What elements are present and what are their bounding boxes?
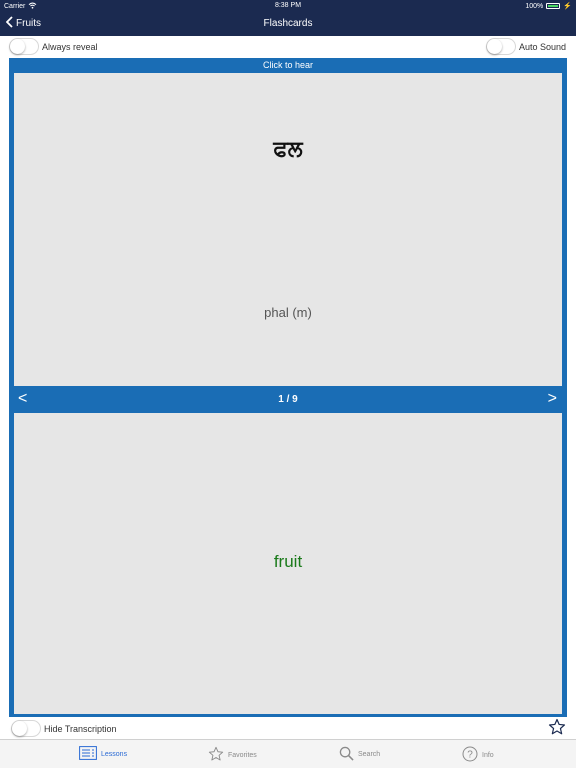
tab-label: Favorites xyxy=(228,751,257,759)
question-circle-icon: ? xyxy=(462,746,478,764)
flashcard-frame: Click to hear ਫਲ phal (m) < 1 / 9 > frui… xyxy=(9,58,567,717)
click-to-hear-button[interactable]: Click to hear xyxy=(9,58,567,73)
star-outline-icon xyxy=(548,718,566,740)
bottom-options-row: Hide Transcription xyxy=(0,717,576,739)
auto-sound-toggle[interactable] xyxy=(485,38,516,55)
flashcards-screen: Carrier 8:38 PM 100% ⚡ Fruits Flashcards xyxy=(0,0,576,768)
toggle-knob xyxy=(10,39,25,54)
card-counter: 1 / 9 xyxy=(278,394,298,405)
flashcard-back[interactable]: fruit xyxy=(14,413,562,714)
toggle-knob xyxy=(12,721,27,736)
flashcard-translation: fruit xyxy=(273,552,303,571)
flashcard-word: ਫਲ xyxy=(273,136,303,161)
navigation-bar: Fruits Flashcards xyxy=(0,12,576,36)
always-reveal-label: Always reveal xyxy=(42,41,98,52)
next-card-button[interactable]: > xyxy=(548,390,557,408)
tab-label: Info xyxy=(482,751,494,759)
hide-transcription-toggle[interactable] xyxy=(11,720,41,737)
tab-favorites[interactable]: Favorites xyxy=(208,746,257,764)
tab-search[interactable]: Search xyxy=(339,746,380,763)
card-navigation: < 1 / 9 > xyxy=(9,386,567,413)
hide-transcription-label: Hide Transcription xyxy=(44,723,117,734)
hide-transcription-option: Hide Transcription xyxy=(11,720,117,737)
battery-percent: 100% xyxy=(525,2,544,10)
toggle-knob xyxy=(486,39,502,54)
always-reveal-toggle[interactable] xyxy=(9,38,39,55)
battery-icon xyxy=(546,3,561,9)
search-icon xyxy=(339,746,354,763)
auto-sound-option: Auto Sound xyxy=(485,38,566,55)
flashcard-front[interactable]: ਫਲ phal (m) xyxy=(14,73,562,386)
favorite-star-button[interactable] xyxy=(548,718,566,741)
status-bar: Carrier 8:38 PM 100% ⚡ xyxy=(0,0,576,12)
battery-info: 100% ⚡ xyxy=(525,2,572,11)
tab-bar: Lessons Favorites Search ? Info xyxy=(0,739,576,768)
charging-bolt-icon: ⚡ xyxy=(563,3,572,10)
star-outline-icon xyxy=(208,746,224,764)
tab-lessons[interactable]: Lessons xyxy=(79,746,127,762)
options-row: Always reveal Auto Sound xyxy=(0,36,576,58)
page-title: Flashcards xyxy=(263,18,313,29)
tab-info[interactable]: ? Info xyxy=(462,746,494,764)
auto-sound-label: Auto Sound xyxy=(518,41,566,52)
lessons-list-icon xyxy=(79,746,97,762)
always-reveal-option: Always reveal xyxy=(9,38,98,55)
tab-label: Search xyxy=(358,751,381,758)
status-time: 8:38 PM xyxy=(274,2,302,9)
tab-label: Lessons xyxy=(101,750,128,758)
flashcard-transcription: phal (m) xyxy=(264,305,312,320)
svg-text:?: ? xyxy=(467,750,473,761)
